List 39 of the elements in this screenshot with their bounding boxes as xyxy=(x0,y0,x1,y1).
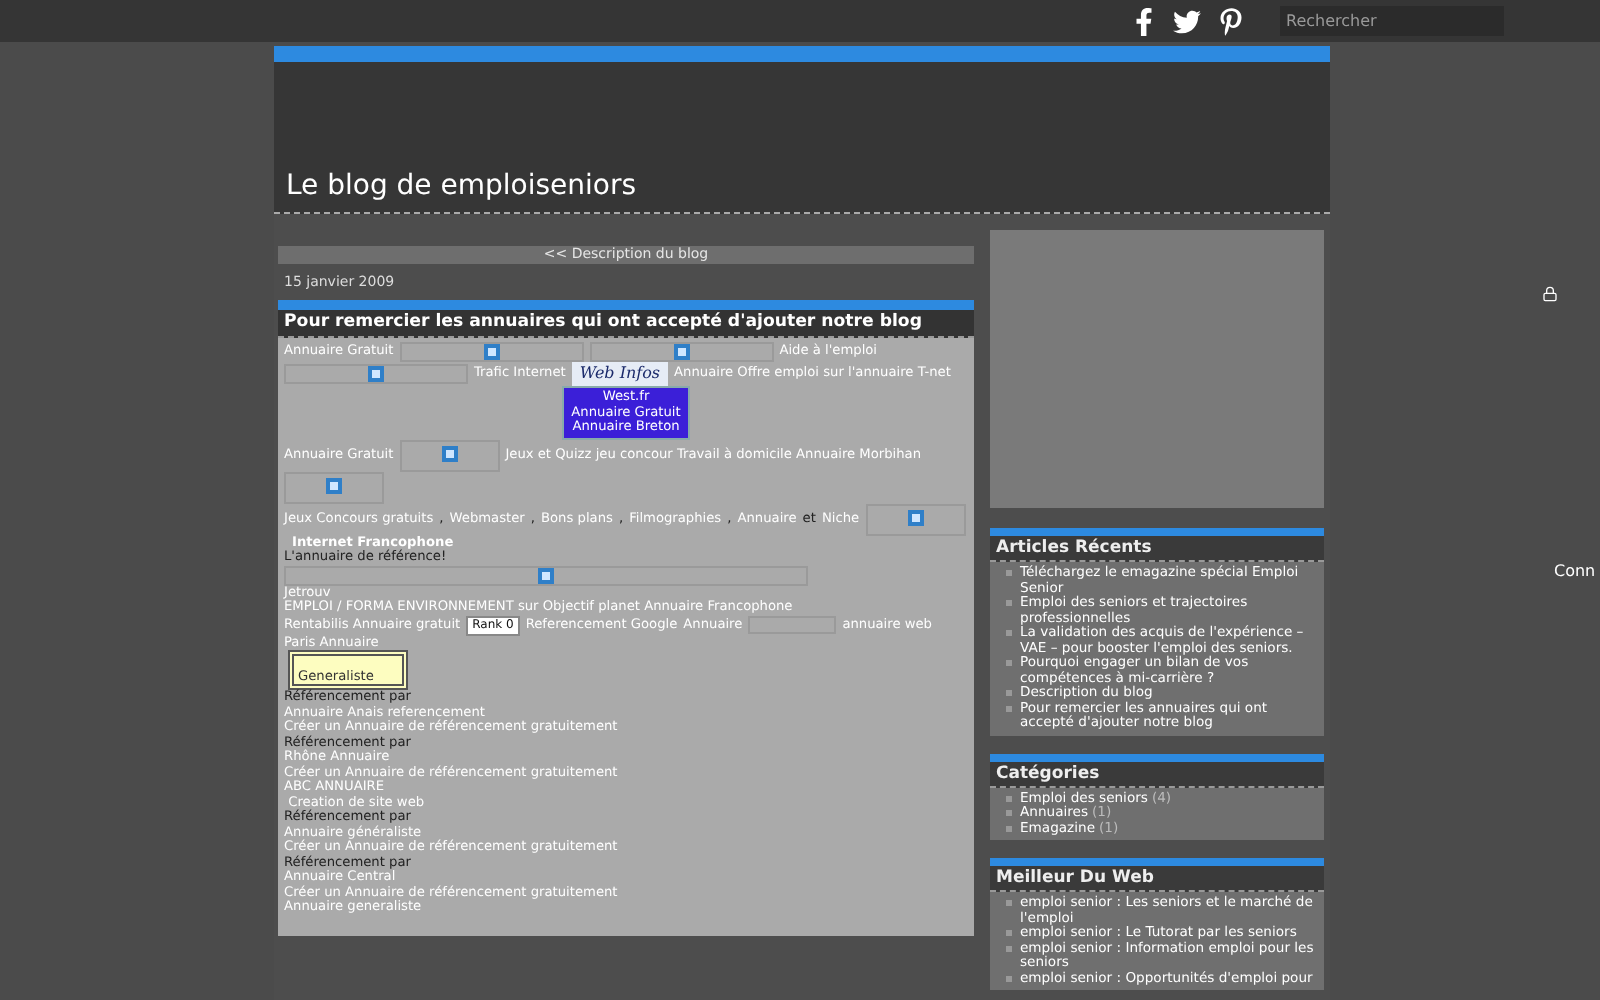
banner-image[interactable] xyxy=(399,342,584,362)
banner-image[interactable] xyxy=(589,342,774,362)
banner-image[interactable] xyxy=(284,364,468,384)
bird-icon[interactable] xyxy=(1172,7,1202,35)
lock-icon xyxy=(1542,286,1558,302)
bullet-icon xyxy=(1006,600,1012,606)
broken-image-icon xyxy=(538,567,554,583)
bullet-icon xyxy=(1006,945,1012,951)
search-field[interactable]: Rechercher xyxy=(1280,6,1504,36)
banner-image[interactable] xyxy=(399,439,500,471)
bullet-icon xyxy=(1006,570,1012,576)
broken-image-icon xyxy=(673,344,690,360)
facebook-icon[interactable] xyxy=(1134,7,1154,35)
broken-image-icon xyxy=(326,477,342,493)
bullet-icon xyxy=(1006,810,1012,816)
banner-image[interactable] xyxy=(284,471,384,503)
bullet-icon xyxy=(1006,930,1012,936)
bullet-icon xyxy=(1006,795,1012,801)
bullet-icon xyxy=(1006,705,1012,711)
widget-title: Articles Récents xyxy=(990,536,1324,562)
side-label: Conn xyxy=(1554,560,1596,584)
bullet-icon xyxy=(1006,825,1012,831)
broken-image-icon xyxy=(483,344,500,360)
bullet-icon xyxy=(1006,630,1012,636)
broken-image-icon xyxy=(368,366,384,382)
pinterest-icon[interactable] xyxy=(1220,7,1242,35)
blog-title[interactable]: Le blog de emploiseniors xyxy=(286,166,637,208)
broken-image-icon xyxy=(907,509,924,525)
bullet-icon xyxy=(1006,900,1012,906)
bullet-icon xyxy=(1006,690,1012,696)
widget-title: Meilleur Du Web xyxy=(990,866,1324,892)
broken-image-icon xyxy=(441,445,458,461)
bullet-icon xyxy=(1006,975,1012,981)
bullet-icon xyxy=(1006,660,1012,666)
banner-image[interactable] xyxy=(284,565,808,585)
widget-title: Catégories xyxy=(990,761,1324,787)
banner-image[interactable] xyxy=(865,503,966,535)
post-title: Pour remercier les annuaires qui ont accepté d'ajouter notre blog xyxy=(278,310,974,338)
logo-image[interactable]: Web Infos xyxy=(571,362,669,386)
